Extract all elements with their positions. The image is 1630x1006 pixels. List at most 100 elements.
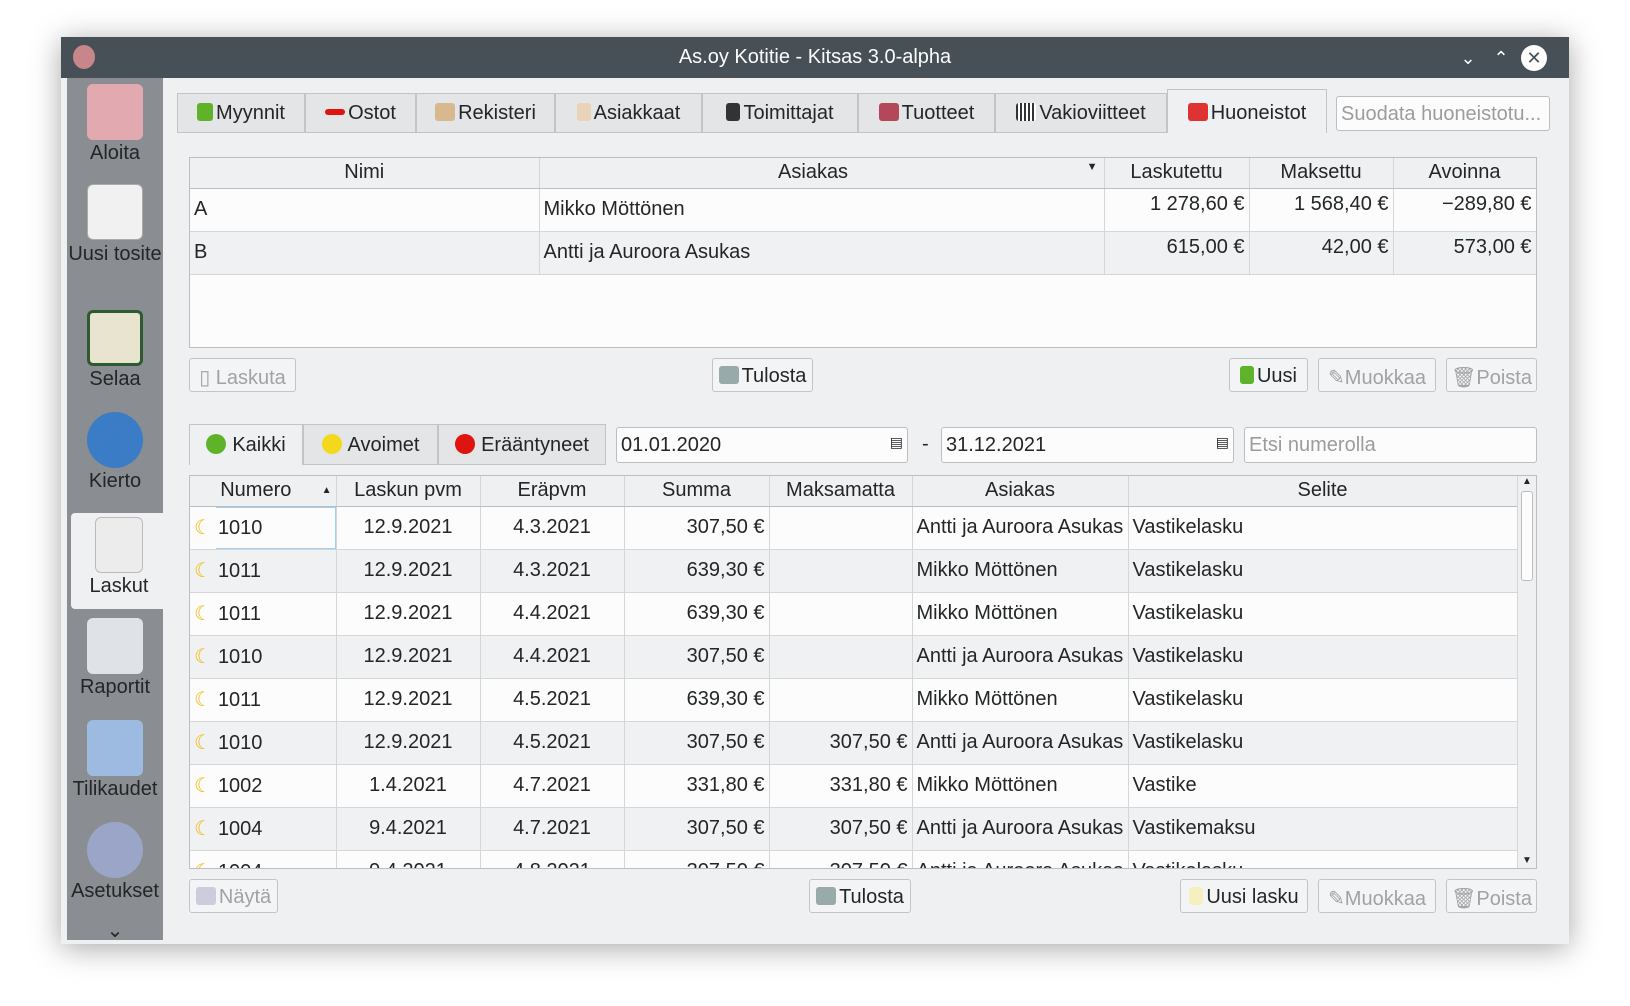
- minimize-button[interactable]: ⌄: [1455, 45, 1481, 71]
- tab-label: Myynnit: [216, 102, 285, 124]
- calendar-icon[interactable]: ▤: [890, 434, 903, 451]
- table-cell: 331,80 €: [624, 764, 770, 808]
- tab-myynnit[interactable]: Myynnit: [177, 93, 305, 133]
- tab-rekisteri[interactable]: Rekisteri: [416, 93, 555, 133]
- delete-apartment-button[interactable]: 🗑Poista: [1446, 358, 1537, 392]
- calendar-icon[interactable]: ▤: [1216, 434, 1229, 451]
- table-cell: 4.4.2021: [480, 635, 625, 679]
- table-cell: 9.4.2021: [336, 850, 481, 868]
- tab-huoneistot[interactable]: Huoneistot: [1167, 89, 1327, 133]
- table-row[interactable]: ☾ 1010 12.9.2021 4.3.2021 307,50 € Antti ja A…: [190, 506, 1518, 550]
- table-row[interactable]: ☾ 1004 9.4.2021 4.7.2021 307,50 €307,50 € Ant…: [190, 807, 1518, 851]
- new-apartment-button[interactable]: Uusi: [1229, 358, 1308, 392]
- button-label: Uusi: [1256, 365, 1297, 387]
- table-cell: Vastike: [1128, 764, 1518, 808]
- table-cell: 307,50 €: [769, 807, 913, 851]
- column-header[interactable]: Laskun pvm: [336, 476, 481, 507]
- table-row[interactable]: ☾ 1010 12.9.2021 4.5.2021 307,50 €307,50 € An…: [190, 721, 1518, 765]
- table-cell: 615,00 €: [1104, 231, 1250, 275]
- sidebar-item-laskut[interactable]: Laskut: [71, 513, 167, 609]
- table-cell: [769, 592, 913, 636]
- table-row[interactable]: ☾ 1011 12.9.2021 4.4.2021 639,30 € Mikko Mött…: [190, 592, 1518, 636]
- sort-up-icon: ▲: [321, 485, 332, 497]
- scroll-down-arrow[interactable]: ▼: [1518, 855, 1536, 866]
- column-header[interactable]: Asiakas: [912, 476, 1129, 507]
- edit-invoice-button[interactable]: ✎Muokkaa: [1318, 879, 1436, 913]
- date-to-input[interactable]: 31.12.2021 ▤: [941, 427, 1234, 463]
- table-row[interactable]: B Antti ja Auroora Asukas 615,00 €42,00 €5…: [190, 231, 1536, 275]
- sidebar-item-tilikaudet[interactable]: Tilikaudet: [67, 716, 163, 801]
- table-cell: ☾ 1004: [190, 850, 337, 868]
- tab-toimittajat[interactable]: Toimittajat: [702, 93, 858, 133]
- edit-apartment-button[interactable]: ✎Muokkaa: [1318, 358, 1436, 392]
- column-header-maksettu[interactable]: Maksettu: [1249, 158, 1394, 189]
- table-cell: Antti ja Auroora Asukas: [912, 721, 1129, 765]
- maximize-button[interactable]: ⌃: [1488, 45, 1514, 71]
- sidebar-item-label: Laskut: [89, 575, 149, 597]
- table-row[interactable]: ☾ 1002 1.4.2021 4.7.2021 331,80 €331,80 € Mik…: [190, 764, 1518, 808]
- piggy-bank-icon: [87, 84, 143, 140]
- tab-asiakkaat[interactable]: Asiakkaat: [555, 93, 702, 133]
- sidebar-item-kierto[interactable]: Kierto: [67, 408, 163, 493]
- sidebar-item-selaa[interactable]: Selaa: [67, 306, 163, 391]
- column-header[interactable]: Selite: [1128, 476, 1518, 507]
- invoice-number-search[interactable]: Etsi numerolla: [1244, 427, 1537, 463]
- header-label: Asiakas: [984, 479, 1056, 502]
- filter-tab-all[interactable]: Kaikki: [189, 424, 303, 465]
- table-row[interactable]: ☾ 1010 12.9.2021 4.4.2021 307,50 € Antti ja A…: [190, 635, 1518, 679]
- column-header-laskutettu[interactable]: Laskutettu: [1104, 158, 1250, 189]
- button-label: Näytä: [218, 886, 272, 908]
- show-invoice-button[interactable]: Näytä: [189, 879, 278, 913]
- green-dot-icon: [206, 434, 227, 454]
- filter-placeholder: Suodata huoneistotu...: [1341, 103, 1542, 125]
- invoice-apartment-button[interactable]: ▯ Laskuta: [189, 358, 296, 392]
- invoice-number: 1004: [218, 861, 263, 868]
- date-from-input[interactable]: 01.01.2020 ▤: [616, 427, 908, 463]
- delete-invoice-button[interactable]: 🗑Poista: [1446, 879, 1537, 913]
- moon-icon: ☾: [194, 861, 212, 868]
- apartment-filter-input[interactable]: Suodata huoneistotu...: [1336, 96, 1550, 131]
- tab-tuotteet[interactable]: Tuotteet: [858, 93, 995, 133]
- print-apartments-button[interactable]: Tulosta: [712, 358, 813, 392]
- cycle-icon: [87, 412, 143, 468]
- sidebar-more-button[interactable]: ⌄: [67, 918, 163, 943]
- invoices-table: Numero ▲ Laskun pvm Eräpvm Summa Maksamatta As…: [189, 475, 1537, 869]
- sidebar-item-uusi-tosite[interactable]: Uusi tosite: [67, 180, 163, 267]
- table-row[interactable]: ☾10049.4.20214.8.2021307,50 €307,50 €Ant…: [190, 850, 1518, 868]
- tab-vakioviitteet[interactable]: Vakioviitteet: [995, 93, 1167, 133]
- new-invoice-button[interactable]: Uusi lasku: [1180, 879, 1308, 913]
- filter-tab-open[interactable]: Avoimet: [303, 424, 438, 465]
- app-window: As.oy Kotitie - Kitsas 3.0-alpha ⌄ ⌃ ✕ A…: [61, 37, 1569, 944]
- table-cell: ☾ 1002: [190, 764, 337, 808]
- column-header[interactable]: Summa: [624, 476, 770, 507]
- column-header-nimi[interactable]: Nimi: [190, 158, 540, 189]
- sidebar-item-asetukset[interactable]: Asetukset: [67, 818, 163, 903]
- button-label: Muokkaa: [1344, 367, 1426, 389]
- column-header[interactable]: Eräpvm: [480, 476, 625, 507]
- sidebar-item-aloita[interactable]: Aloita: [67, 80, 163, 165]
- column-header-asiakas[interactable]: Asiakas ▼: [539, 158, 1105, 189]
- vertical-scrollbar[interactable]: ▲ ▼: [1517, 476, 1536, 868]
- table-row[interactable]: ☾ 1011 12.9.2021 4.3.2021 639,30 € Mikko Mött…: [190, 549, 1518, 593]
- new-invoice-icon: [1189, 887, 1204, 905]
- tab-label: Rekisteri: [458, 102, 536, 124]
- tab-label: Tuotteet: [901, 102, 975, 124]
- invoice-status-tabs: Kaikki Avoimet Erääntyneet: [189, 424, 609, 465]
- table-cell: Antti ja Auroora Asukas: [912, 850, 1129, 868]
- sidebar-item-raportit[interactable]: Raportit: [67, 614, 163, 699]
- filter-tab-overdue[interactable]: Erääntyneet: [438, 424, 606, 465]
- invoice-number: 1002: [217, 775, 263, 797]
- sidebar-item-label: Kierto: [88, 470, 142, 492]
- table-row[interactable]: A Mikko Möttönen 1 278,60 €1 568,40 € −289,…: [190, 188, 1536, 232]
- scrollbar-thumb[interactable]: [1521, 491, 1533, 581]
- print-invoices-button[interactable]: Tulosta: [809, 879, 911, 913]
- column-header[interactable]: Numero ▲: [190, 476, 337, 507]
- scroll-up-arrow[interactable]: ▲: [1518, 476, 1536, 487]
- table-cell: 307,50 €: [624, 807, 770, 851]
- tab-label: Vakioviitteet: [1039, 102, 1146, 124]
- column-header-avoinna[interactable]: Avoinna: [1393, 158, 1536, 189]
- column-header[interactable]: Maksamatta: [769, 476, 913, 507]
- close-button[interactable]: ✕: [1521, 45, 1547, 71]
- table-row[interactable]: ☾ 1011 12.9.2021 4.5.2021 639,30 € Mikko Mött…: [190, 678, 1518, 722]
- tab-ostot[interactable]: Ostot: [305, 93, 416, 133]
